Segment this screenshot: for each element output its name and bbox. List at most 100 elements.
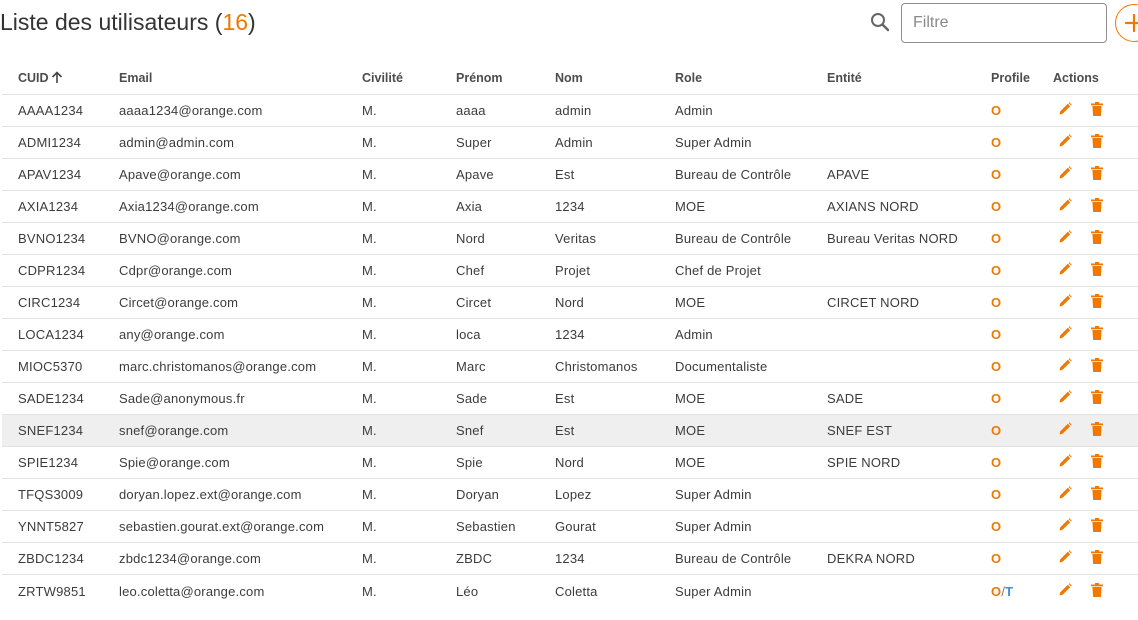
edit-user-button[interactable] <box>1057 229 1073 248</box>
cell-entite: SNEF EST <box>811 414 975 447</box>
trash-icon <box>1090 582 1104 601</box>
cell-email: marc.christomanos@orange.com <box>103 350 346 383</box>
cell-actions <box>1037 190 1138 223</box>
cell-prenom: loca <box>440 318 539 351</box>
edit-user-button[interactable] <box>1057 133 1073 152</box>
delete-user-button[interactable] <box>1090 133 1104 152</box>
column-header-profile[interactable]: Profile <box>975 62 1037 95</box>
cell-profile: O <box>975 158 1037 191</box>
table-row[interactable]: AXIA1234 Axia1234@orange.com M. Axia 1234 MOE… <box>2 190 1138 223</box>
cell-role: Super Admin <box>659 510 811 543</box>
cell-profile: O <box>975 350 1037 383</box>
table-row[interactable]: AAAA1234 aaaa1234@orange.com M. aaaa admin Ad… <box>2 94 1138 127</box>
edit-user-button[interactable] <box>1057 165 1073 184</box>
table-row[interactable]: CIRC1234 Circet@orange.com M. Circet Nord MOE… <box>2 286 1138 319</box>
table-row[interactable]: ZBDC1234 zbdc1234@orange.com M. ZBDC 1234 Bur… <box>2 542 1138 575</box>
cell-cuid: SADE1234 <box>2 382 103 415</box>
cell-entite <box>811 126 975 159</box>
column-header-civilite[interactable]: Civilité <box>346 62 440 95</box>
table-row[interactable]: SPIE1234 Spie@orange.com M. Spie Nord MOE SPIE… <box>2 446 1138 479</box>
cell-profile: O/T <box>975 575 1037 608</box>
table-row[interactable]: CDPR1234 Cdpr@orange.com M. Chef Projet Chef … <box>2 254 1138 287</box>
profile-badge: T <box>1005 583 1014 599</box>
cell-cuid: ADMI1234 <box>2 126 103 159</box>
delete-user-button[interactable] <box>1090 389 1104 408</box>
cell-role: MOE <box>659 414 811 447</box>
profile-badge: O <box>991 295 1002 310</box>
delete-user-button[interactable] <box>1090 293 1104 312</box>
delete-user-button[interactable] <box>1090 485 1104 504</box>
pencil-icon <box>1057 518 1073 536</box>
cell-prenom: Axia <box>440 190 539 223</box>
delete-user-button[interactable] <box>1090 421 1104 440</box>
column-header-actions: Actions <box>1037 62 1138 95</box>
table-row[interactable]: ZRTW9851 leo.coletta@orange.com M. Léo Colet… <box>2 575 1138 608</box>
profile-badge: O <box>991 455 1002 470</box>
table-row[interactable]: YNNT5827 sebastien.gourat.ext@orange.com M… <box>2 510 1138 543</box>
cell-nom: Nord <box>539 446 659 479</box>
profile-badge: O <box>991 487 1002 502</box>
cell-nom: admin <box>539 94 659 127</box>
column-header-role[interactable]: Role <box>659 62 811 95</box>
cell-civilite: M. <box>346 190 440 223</box>
edit-user-button[interactable] <box>1057 101 1073 120</box>
edit-user-button[interactable] <box>1057 293 1073 312</box>
delete-user-button[interactable] <box>1090 165 1104 184</box>
edit-user-button[interactable] <box>1057 389 1073 408</box>
table-row[interactable]: SADE1234 Sade@anonymous.fr M. Sade Est MOE SAD… <box>2 382 1138 415</box>
column-header-prenom[interactable]: Prénom <box>440 62 539 95</box>
edit-user-button[interactable] <box>1057 357 1073 376</box>
pencil-icon <box>1057 454 1073 472</box>
delete-user-button[interactable] <box>1090 549 1104 568</box>
cell-role: Bureau de Contrôle <box>659 542 811 575</box>
search-icon[interactable] <box>869 11 891 33</box>
table-row[interactable]: SNEF1234 snef@orange.com M. Snef Est MOE SNEF … <box>2 414 1138 447</box>
cell-email: Circet@orange.com <box>103 286 346 319</box>
delete-user-button[interactable] <box>1090 101 1104 120</box>
delete-user-button[interactable] <box>1090 229 1104 248</box>
add-user-button[interactable] <box>1115 4 1138 42</box>
column-header-entite[interactable]: Entité <box>811 62 975 95</box>
delete-user-button[interactable] <box>1090 325 1104 344</box>
delete-user-button[interactable] <box>1090 582 1104 601</box>
table-row[interactable]: MIOC5370 marc.christomanos@orange.com M. Ma… <box>2 350 1138 383</box>
cell-nom: Admin <box>539 126 659 159</box>
pencil-icon <box>1057 102 1073 120</box>
trash-icon <box>1090 486 1104 504</box>
delete-user-button[interactable] <box>1090 197 1104 216</box>
column-header-nom[interactable]: Nom <box>539 62 659 95</box>
table-row[interactable]: LOCA1234 any@orange.com M. loca 1234 Admin O <box>2 318 1138 351</box>
delete-user-button[interactable] <box>1090 261 1104 280</box>
cell-entite: SADE <box>811 382 975 415</box>
cell-actions <box>1037 94 1138 127</box>
cell-actions <box>1037 446 1138 479</box>
edit-user-button[interactable] <box>1057 197 1073 216</box>
edit-user-button[interactable] <box>1057 517 1073 536</box>
cell-entite: SPIE NORD <box>811 446 975 479</box>
table-row[interactable]: TFQS3009 doryan.lopez.ext@orange.com M. Dor… <box>2 478 1138 511</box>
edit-user-button[interactable] <box>1057 261 1073 280</box>
profile-badge: O <box>991 103 1002 118</box>
table-row[interactable]: APAV1234 Apave@orange.com M. Apave Est Bureau… <box>2 158 1138 191</box>
edit-user-button[interactable] <box>1057 325 1073 344</box>
cell-actions <box>1037 478 1138 511</box>
cell-actions <box>1037 126 1138 159</box>
edit-user-button[interactable] <box>1057 421 1073 440</box>
cell-actions <box>1037 158 1138 191</box>
edit-user-button[interactable] <box>1057 485 1073 504</box>
profile-badge: O <box>991 551 1002 566</box>
table-row[interactable]: ADMI1234 admin@admin.com M. Super Admin Super… <box>2 126 1138 159</box>
column-header-cuid[interactable]: CUID <box>2 62 103 95</box>
cell-prenom: Super <box>440 126 539 159</box>
edit-user-button[interactable] <box>1057 582 1073 601</box>
delete-user-button[interactable] <box>1090 517 1104 536</box>
cell-cuid: CIRC1234 <box>2 286 103 319</box>
edit-user-button[interactable] <box>1057 453 1073 472</box>
filter-input[interactable] <box>901 3 1107 43</box>
edit-user-button[interactable] <box>1057 549 1073 568</box>
column-header-email[interactable]: Email <box>103 62 346 95</box>
delete-user-button[interactable] <box>1090 453 1104 472</box>
table-row[interactable]: BVNO1234 BVNO@orange.com M. Nord Veritas Bure… <box>2 222 1138 255</box>
delete-user-button[interactable] <box>1090 357 1104 376</box>
cell-email: admin@admin.com <box>103 126 346 159</box>
